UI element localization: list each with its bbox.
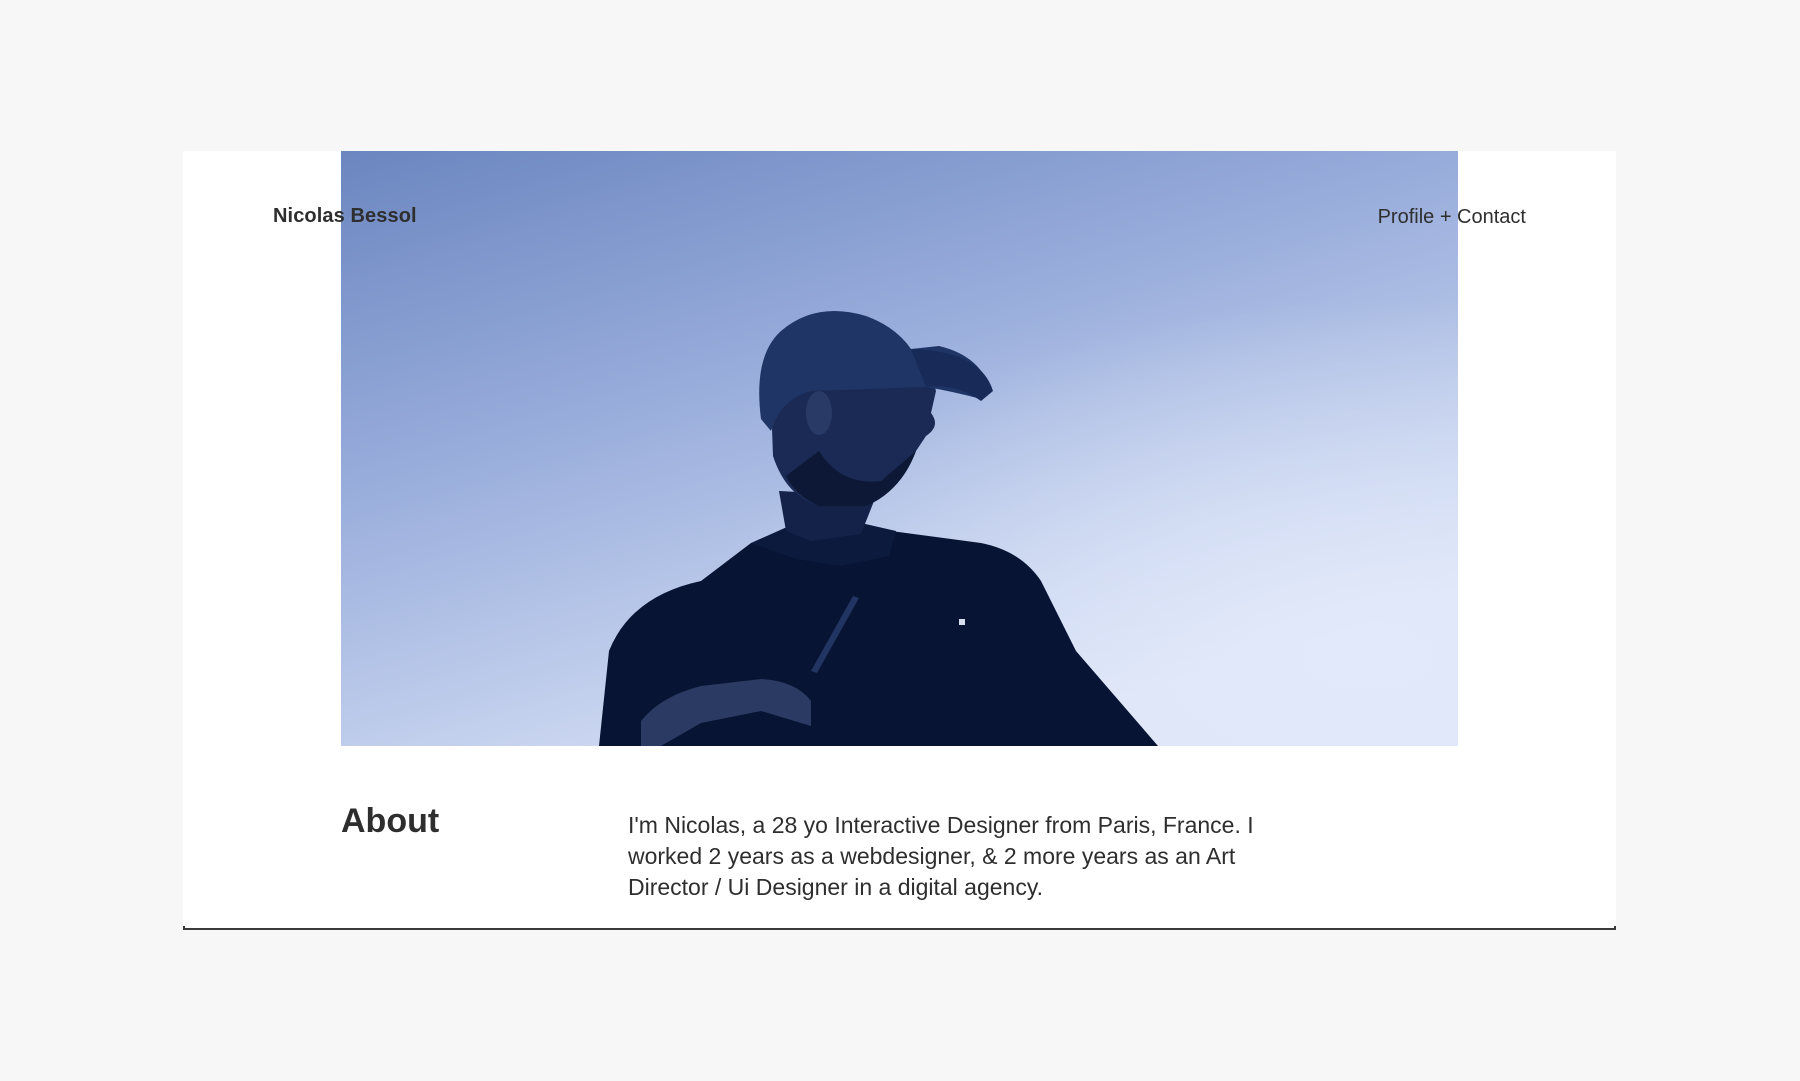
about-heading: About xyxy=(341,802,440,840)
site-title[interactable]: Nicolas Bessol xyxy=(273,205,417,228)
hero-photo xyxy=(341,151,1458,746)
content-card: Nicolas Bessol Profile + Contact About I… xyxy=(183,151,1616,930)
profile-contact-link[interactable]: Profile + Contact xyxy=(1378,206,1526,229)
hero-photo-image xyxy=(341,151,1458,746)
about-description: I'm Nicolas, a 28 yo Interactive Designe… xyxy=(628,812,1254,900)
